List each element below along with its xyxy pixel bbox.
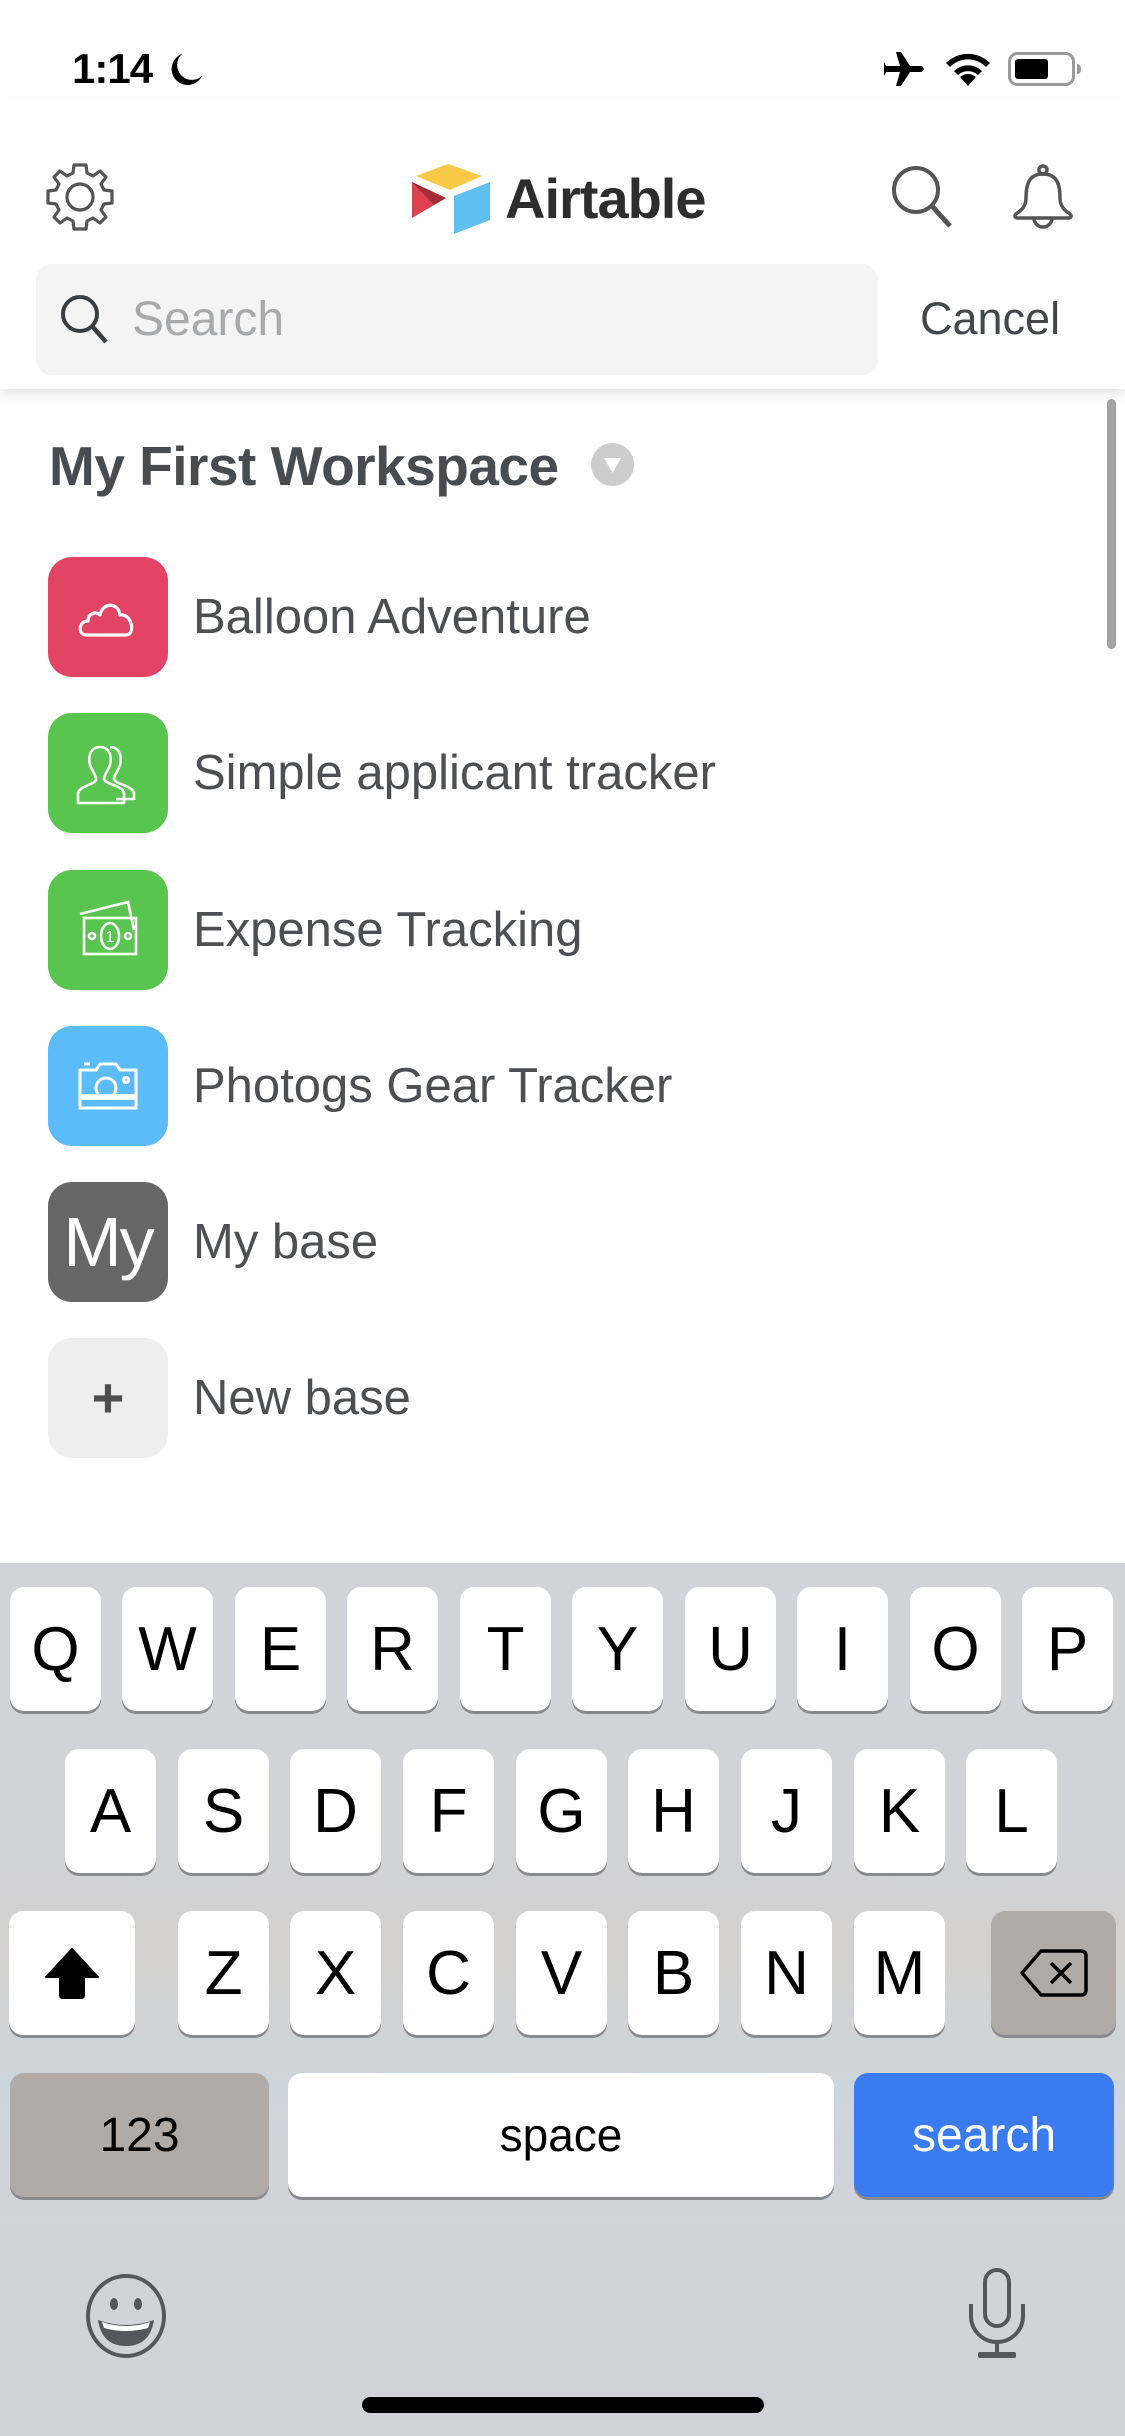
gear-icon[interactable] bbox=[45, 162, 115, 232]
search-field[interactable] bbox=[36, 264, 878, 375]
new-base-button[interactable]: + New base bbox=[48, 1338, 1088, 1458]
base-name: Expense Tracking bbox=[193, 903, 583, 957]
svg-text:1: 1 bbox=[106, 929, 115, 946]
plus-icon: + bbox=[91, 1366, 125, 1429]
base-initials: My bbox=[63, 1203, 154, 1281]
key-r[interactable]: R bbox=[347, 1587, 438, 1711]
key-n[interactable]: N bbox=[741, 1911, 832, 2035]
airtable-logo-icon bbox=[412, 164, 490, 234]
key-c[interactable]: C bbox=[403, 1911, 494, 2035]
base-tile bbox=[48, 713, 168, 833]
shift-icon bbox=[45, 1948, 99, 1999]
shift-key[interactable] bbox=[9, 1911, 135, 2035]
cloud-icon bbox=[78, 603, 134, 637]
cancel-button[interactable]: Cancel bbox=[920, 284, 1060, 354]
delete-icon bbox=[1019, 1949, 1088, 1997]
key-g[interactable]: G bbox=[516, 1749, 607, 1873]
camera-icon bbox=[78, 1062, 138, 1110]
key-i[interactable]: I bbox=[797, 1587, 888, 1711]
base-tile bbox=[48, 557, 168, 677]
emoji-icon[interactable] bbox=[84, 2274, 168, 2358]
key-x[interactable]: X bbox=[290, 1911, 381, 2035]
search-field-icon bbox=[61, 295, 108, 344]
airplane-icon bbox=[884, 52, 924, 86]
key-e[interactable]: E bbox=[235, 1587, 326, 1711]
key-y[interactable]: Y bbox=[572, 1587, 663, 1711]
home-indicator bbox=[362, 2397, 764, 2413]
key-d[interactable]: D bbox=[290, 1749, 381, 1873]
key-j[interactable]: J bbox=[741, 1749, 832, 1873]
base-tile: My bbox=[48, 1182, 168, 1302]
money-icon: 1 bbox=[79, 900, 138, 956]
key-k[interactable]: K bbox=[854, 1749, 945, 1873]
users-icon bbox=[76, 745, 136, 805]
key-f[interactable]: F bbox=[403, 1749, 494, 1873]
wifi-icon bbox=[946, 53, 990, 86]
key-p[interactable]: P bbox=[1022, 1587, 1113, 1711]
base-name: Balloon Adventure bbox=[193, 590, 591, 644]
key-v[interactable]: V bbox=[516, 1911, 607, 2035]
base-item-photogs-gear-tracker[interactable]: Photogs Gear Tracker bbox=[48, 1026, 1088, 1146]
microphone-icon[interactable] bbox=[966, 2268, 1028, 2360]
base-tile bbox=[48, 1026, 168, 1146]
delete-key[interactable] bbox=[991, 1911, 1116, 2035]
search-input[interactable] bbox=[132, 264, 852, 375]
key-o[interactable]: O bbox=[910, 1587, 1001, 1711]
key-b[interactable]: B bbox=[628, 1911, 719, 2035]
logo-text: Airtable bbox=[505, 167, 706, 230]
key-a[interactable]: A bbox=[65, 1749, 156, 1873]
scrollbar[interactable] bbox=[1107, 399, 1116, 649]
key-u[interactable]: U bbox=[685, 1587, 776, 1711]
key-w[interactable]: W bbox=[122, 1587, 213, 1711]
base-name: Simple applicant tracker bbox=[193, 746, 716, 800]
base-item-expense-tracking[interactable]: 1 Expense Tracking bbox=[48, 870, 1088, 990]
key-s[interactable]: S bbox=[178, 1749, 269, 1873]
key-t[interactable]: T bbox=[460, 1587, 551, 1711]
bell-icon[interactable] bbox=[1010, 164, 1076, 232]
key-l[interactable]: L bbox=[966, 1749, 1057, 1873]
base-name: My base bbox=[193, 1215, 379, 1269]
base-name: Photogs Gear Tracker bbox=[193, 1059, 673, 1113]
base-tile: + bbox=[48, 1338, 168, 1458]
base-item-simple-applicant-tracker[interactable]: Simple applicant tracker bbox=[48, 713, 1088, 833]
space-key[interactable]: space bbox=[288, 2073, 834, 2197]
workspace-title[interactable]: My First Workspace bbox=[49, 433, 559, 499]
key-q[interactable]: Q bbox=[10, 1587, 101, 1711]
moon-icon bbox=[171, 54, 202, 85]
search-key[interactable]: search bbox=[854, 2073, 1114, 2197]
numbers-key[interactable]: 123 bbox=[10, 2073, 269, 2197]
key-h[interactable]: H bbox=[628, 1749, 719, 1873]
app-header: Airtable Cancel bbox=[0, 100, 1125, 389]
battery-icon bbox=[1008, 52, 1081, 86]
chevron-down-circle-icon[interactable] bbox=[591, 443, 634, 486]
new-base-label: New base bbox=[193, 1371, 411, 1425]
key-z[interactable]: Z bbox=[178, 1911, 269, 2035]
search-icon[interactable] bbox=[888, 162, 956, 230]
base-tile: 1 bbox=[48, 870, 168, 990]
base-item-my-base[interactable]: My My base bbox=[48, 1182, 1088, 1302]
key-m[interactable]: M bbox=[854, 1911, 945, 2035]
base-item-balloon-adventure[interactable]: Balloon Adventure bbox=[48, 557, 1088, 677]
status-time: 1:14 bbox=[72, 45, 153, 92]
